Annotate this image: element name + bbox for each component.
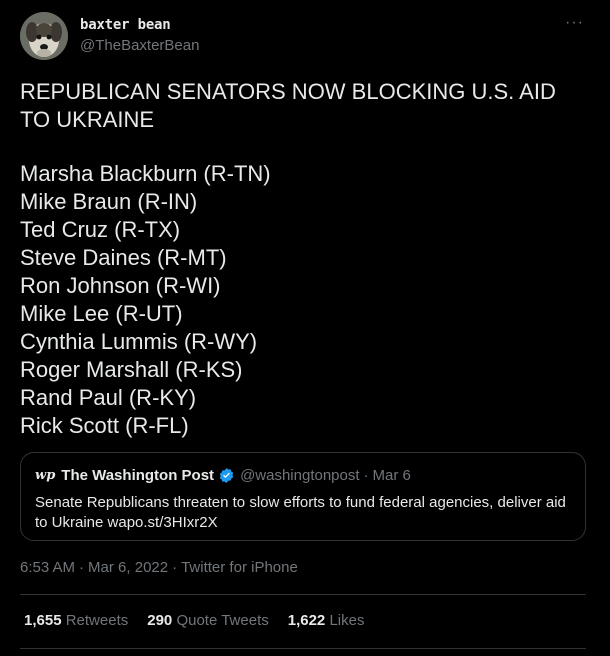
retweets-stat[interactable]: 1,655 Retweets [24,612,128,629]
separator-dot: · [172,559,178,576]
list-item: Cynthia Lummis (R-WY) [20,329,258,354]
author-display-name[interactable]: baxter bean [80,17,171,33]
quote-tweets-stat[interactable]: 290 Quote Tweets [147,612,268,629]
divider [20,648,586,649]
likes-label: Likes [329,612,365,629]
tweet: baxter bean @TheBaxterBean ··· REPUBLICA… [0,0,610,656]
avatar[interactable] [20,12,68,60]
separator-dot: · [79,559,85,576]
quoted-tweet-text: Senate Republicans threaten to slow effo… [35,494,566,531]
list-item: Steve Daines (R-MT) [20,245,227,270]
quoted-tweet-header: wp The Washington Post @washingtonpost ·… [35,467,411,484]
washington-post-logo-icon: wp [35,468,56,483]
senator-list: Marsha Blackburn (R-TN) Mike Braun (R-IN… [20,160,271,440]
quoted-author-name: The Washington Post [61,467,215,484]
list-item: Marsha Blackburn (R-TN) [20,161,271,186]
list-item: Roger Marshall (R-KS) [20,357,243,382]
retweets-count: 1,655 [24,612,62,629]
list-item: Mike Braun (R-IN) [20,189,198,214]
verified-badge-icon [219,468,234,483]
list-item: Ted Cruz (R-TX) [20,217,181,242]
tweet-date[interactable]: Mar 6, 2022 [88,559,168,576]
list-item: Mike Lee (R-UT) [20,301,183,326]
likes-stat[interactable]: 1,622 Likes [288,612,365,629]
quoted-tweet-card[interactable]: wp The Washington Post @washingtonpost ·… [20,452,586,541]
quote-tweets-count: 290 [147,612,173,629]
engagement-stats: 1,655 Retweets 290 Quote Tweets 1,622 Li… [24,612,383,629]
tweet-metadata: 6:53 AM · Mar 6, 2022 · Twitter for iPhone [20,559,298,576]
author-handle[interactable]: @TheBaxterBean [80,37,199,54]
quoted-author-handle: @washingtonpost [240,467,360,484]
quote-tweets-label: Quote Tweets [176,612,269,629]
quoted-tweet-date[interactable]: Mar 6 [373,467,411,484]
list-item: Rick Scott (R-FL) [20,413,189,438]
more-horizontal-icon[interactable]: ··· [565,14,584,32]
tweet-source-link[interactable]: Twitter for iPhone [181,559,298,576]
tweet-headline: REPUBLICAN SENATORS NOW BLOCKING U.S. AI… [20,79,556,132]
list-item: Ron Johnson (R-WI) [20,273,221,298]
tweet-time[interactable]: 6:53 AM [20,559,75,576]
list-item: Rand Paul (R-KY) [20,385,197,410]
retweets-label: Retweets [65,612,129,629]
likes-count: 1,622 [287,612,326,629]
separator-dot: · [363,467,369,484]
divider [20,594,586,595]
